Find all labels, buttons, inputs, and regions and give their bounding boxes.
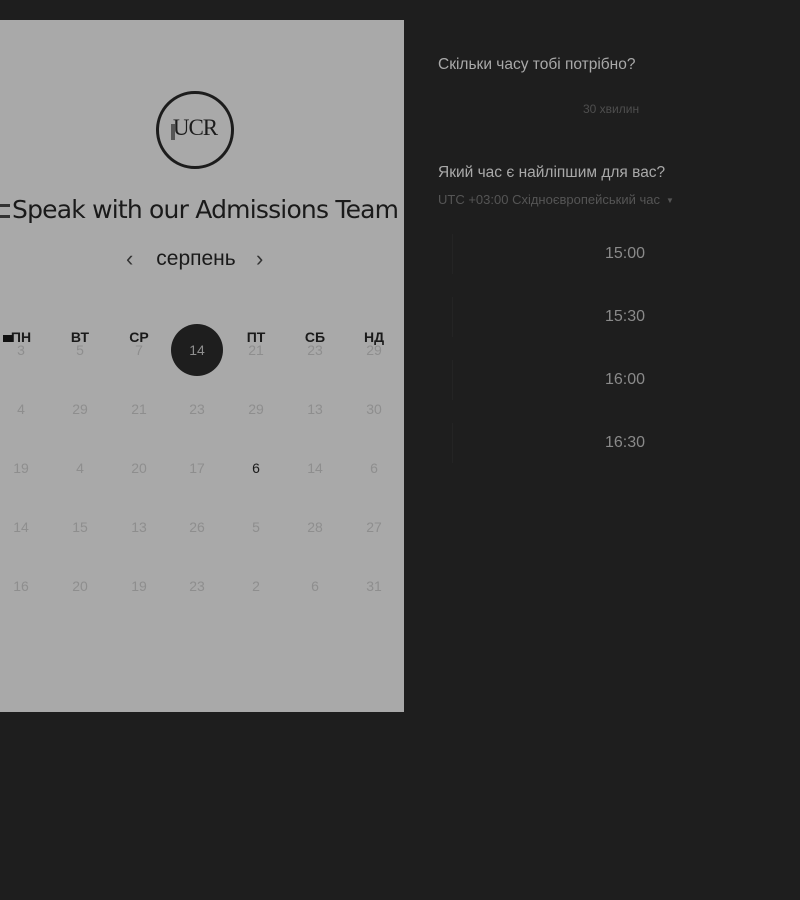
calendar-day[interactable]: 4 [0,383,47,435]
booking-panel: Скільки часу тобі потрібно? 30 хвилин Як… [438,0,800,900]
calendar-day[interactable]: 21 [113,383,165,435]
calendar-day[interactable]: 16 [0,560,47,612]
duration-question: Скільки часу тобі потрібно? [438,56,636,73]
calendar-day[interactable]: 31 [348,560,400,612]
calendar-day[interactable]: 14 [289,442,341,494]
duration-option[interactable]: 30 хвилин [583,102,639,116]
menu-mark-icon [0,204,10,218]
calendar-day[interactable]: 15 [54,501,106,553]
chevron-left-icon[interactable]: ‹ [126,245,133,273]
calendar-day[interactable]: 4 [54,442,106,494]
calendar-panel: UCR Speak with our Admissions Team ‹ сер… [0,20,404,712]
timezone-label: UTC +03:00 Східноєвропейський час [438,192,660,207]
caret-down-icon: ▼ [665,196,674,206]
calendar-day[interactable]: 21 [230,324,282,376]
calendar-day[interactable]: 23 [171,560,223,612]
calendar-day[interactable]: 23 [171,383,223,435]
calendar-day[interactable]: 29 [348,324,400,376]
calendar-day[interactable]: 5 [230,501,282,553]
calendar-day[interactable]: 2 [230,560,282,612]
ucr-logo: UCR [156,91,234,169]
logo-bar [171,124,175,140]
calendar-day[interactable]: 23 [289,324,341,376]
time-slot[interactable]: 16:00 [452,360,797,400]
time-slot[interactable]: 16:30 [452,423,797,463]
calendar-day[interactable]: 7 [113,324,165,376]
calendar-day[interactable]: 30 [348,383,400,435]
calendar-day-available[interactable]: 6 [230,442,282,494]
calendar-day[interactable]: 17 [171,442,223,494]
month-label: серпень [156,247,236,270]
time-slot[interactable]: 15:00 [452,234,797,274]
logo-text: UCR [172,115,218,140]
calendar-day[interactable]: 19 [113,560,165,612]
month-navigation: ‹ серпень › [0,245,404,273]
time-question: Який час є найліпшим для вас? [438,164,666,181]
calendar-day[interactable]: 29 [54,383,106,435]
calendar-day[interactable]: 19 [0,442,47,494]
calendar-day-selected[interactable]: 14 [171,324,223,376]
title-text: Speak with our Admissions Team [12,195,399,224]
chevron-right-icon[interactable]: › [256,245,263,273]
timezone-select[interactable]: UTC +03:00 Східноєвропейський час ▼ [438,192,674,207]
calendar-day[interactable]: 26 [171,501,223,553]
page-title: Speak with our Admissions Team [0,195,404,224]
calendar-day[interactable]: 6 [289,560,341,612]
calendar-day[interactable]: 14 [0,501,47,553]
calendar-day[interactable]: 20 [113,442,165,494]
time-slot[interactable]: 15:30 [452,297,797,337]
calendar-day[interactable]: 13 [289,383,341,435]
calendar-day[interactable]: 5 [54,324,106,376]
calendar-day[interactable]: 6 [348,442,400,494]
calendar-day[interactable]: 29 [230,383,282,435]
calendar-day[interactable]: 27 [348,501,400,553]
calendar-day[interactable]: 3 [0,324,47,376]
calendar-day[interactable]: 13 [113,501,165,553]
calendar-day[interactable]: 28 [289,501,341,553]
calendar-day[interactable]: 20 [54,560,106,612]
